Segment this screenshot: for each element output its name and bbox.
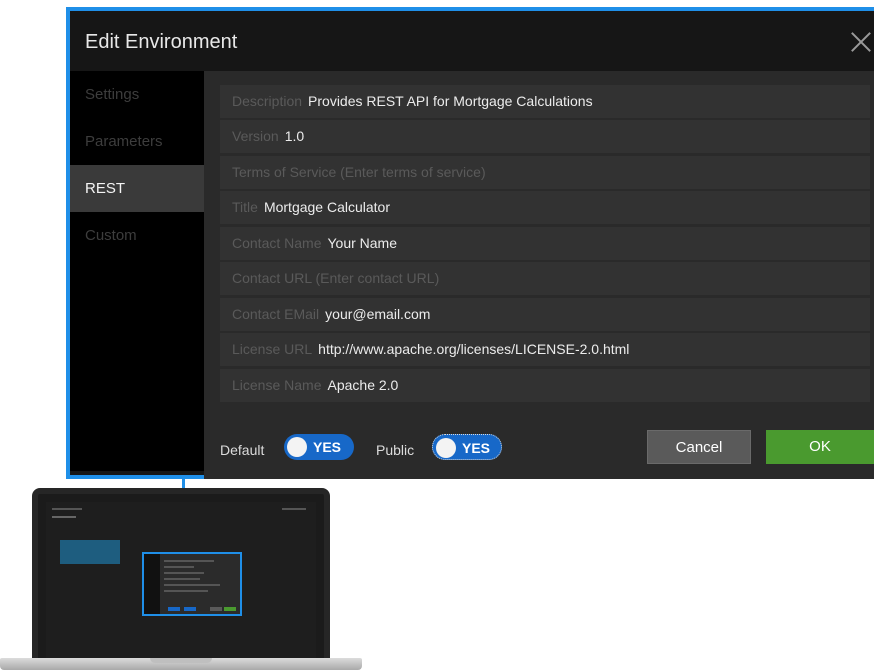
field-label: License Name <box>232 377 322 393</box>
field-value: Apache 2.0 <box>327 377 399 393</box>
thumbnail-decoration <box>164 584 220 586</box>
thumbnail-decoration <box>60 540 120 564</box>
toggle-knob <box>436 438 456 458</box>
field-label: Contact EMail <box>232 306 320 322</box>
sidebar-item-rest[interactable]: REST <box>70 165 204 212</box>
laptop-icon <box>32 488 330 658</box>
field-label: Contact Name <box>232 235 322 251</box>
contact-url-field[interactable]: Contact URL (Enter contact URL) <box>220 262 870 295</box>
dialog-title: Edit Environment <box>85 31 238 53</box>
rest-settings-panel: Description Provides REST API for Mortgag… <box>204 71 874 404</box>
thumbnail-decoration <box>168 607 180 611</box>
thumbnail-decoration <box>210 607 222 611</box>
field-value: your@email.com <box>325 306 431 322</box>
ok-button[interactable]: OK <box>766 430 874 464</box>
dialog-footer: Default YES Public YES Cancel OK <box>204 404 874 479</box>
title-field[interactable]: Title Mortgage Calculator <box>220 191 870 224</box>
field-value: Mortgage Calculator <box>263 199 390 215</box>
laptop-notch <box>150 658 212 663</box>
public-label: Public <box>376 442 415 458</box>
toggle-label: YES <box>462 440 491 456</box>
default-label: Default <box>220 442 265 458</box>
terms-of-service-field[interactable]: Terms of Service (Enter terms of service… <box>220 156 870 189</box>
dialog-sidebar: Settings Parameters REST Custom <box>70 71 204 471</box>
thumbnail-decoration <box>224 607 236 611</box>
field-placeholder: Terms of Service (Enter terms of service… <box>232 164 486 180</box>
version-field[interactable]: Version 1.0 <box>220 120 870 153</box>
default-toggle[interactable]: YES <box>284 434 354 460</box>
sidebar-item-parameters[interactable]: Parameters <box>70 118 204 165</box>
license-url-field[interactable]: License URL http://www.apache.org/license… <box>220 333 870 366</box>
field-value: Your Name <box>327 235 398 251</box>
thumbnail-decoration <box>164 572 204 574</box>
thumbnail-decoration <box>184 607 196 611</box>
field-placeholder: Contact URL (Enter contact URL) <box>232 270 440 286</box>
field-label: License URL <box>232 341 313 357</box>
field-value: 1.0 <box>284 128 305 144</box>
sidebar-item-custom[interactable]: Custom <box>70 212 204 259</box>
field-label: Title <box>232 199 258 215</box>
laptop-screen-thumbnail <box>46 502 316 658</box>
field-value: Provides REST API for Mortgage Calculati… <box>308 93 593 109</box>
thumbnail-dialog-highlight <box>142 552 242 616</box>
field-label: Version <box>232 128 279 144</box>
thumbnail-decoration <box>164 578 200 580</box>
contact-name-field[interactable]: Contact Name Your Name <box>220 227 870 260</box>
sidebar-item-settings[interactable]: Settings <box>70 71 204 118</box>
description-field[interactable]: Description Provides REST API for Mortgag… <box>220 85 870 118</box>
dialog-titlebar: Edit Environment <box>70 11 874 71</box>
toggle-label: YES <box>313 439 342 455</box>
thumbnail-decoration <box>164 560 214 562</box>
thumbnail-decoration <box>282 508 306 510</box>
contact-email-field[interactable]: Contact EMail your@email.com <box>220 298 870 331</box>
thumbnail-decoration <box>52 516 76 518</box>
thumbnail-decoration <box>144 554 160 614</box>
license-name-field[interactable]: License Name Apache 2.0 <box>220 369 870 402</box>
thumbnail-decoration <box>164 566 194 568</box>
thumbnail-decoration <box>52 508 82 510</box>
toggle-knob <box>287 437 307 457</box>
public-toggle[interactable]: YES <box>432 434 502 460</box>
field-label: Description <box>232 93 303 109</box>
cancel-button[interactable]: Cancel <box>647 430 751 464</box>
thumbnail-decoration <box>164 590 208 592</box>
field-value: http://www.apache.org/licenses/LICENSE-2… <box>318 341 630 357</box>
edit-environment-dialog: Edit Environment Settings Parameters RES… <box>66 7 874 479</box>
close-icon[interactable] <box>848 29 874 55</box>
